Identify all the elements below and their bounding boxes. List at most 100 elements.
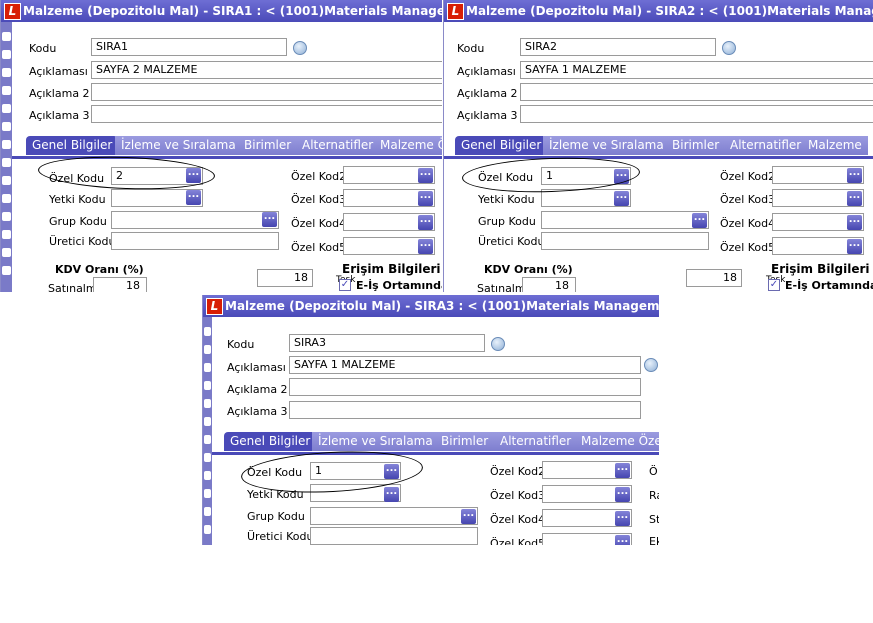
tab-genel-bilgiler[interactable]: Genel Bilgiler <box>224 432 317 451</box>
tab-alternatifler[interactable]: Alternatifler <box>296 136 380 155</box>
strip-checkbox[interactable] <box>2 158 11 167</box>
ellipsis-icon[interactable]: ... <box>418 215 433 230</box>
strip-checkbox[interactable] <box>2 176 11 185</box>
aciklama3-label: Açıklama 3 <box>29 109 90 122</box>
satinalma-input[interactable]: 18 <box>522 277 576 292</box>
ellipsis-icon[interactable]: ... <box>615 511 630 526</box>
ellipsis-icon[interactable]: ... <box>847 191 862 206</box>
strip-checkbox[interactable] <box>2 104 11 113</box>
tab-genel-bilgiler[interactable]: Genel Bilgiler <box>26 136 119 155</box>
aciklamasi-input[interactable]: SAYFA 1 MALZEME <box>289 356 641 374</box>
ellipsis-icon[interactable]: ... <box>615 487 630 502</box>
kodu-input[interactable]: SIRA2 <box>520 38 716 56</box>
strip-checkbox[interactable] <box>2 266 11 275</box>
ellipsis-icon[interactable]: ... <box>418 168 433 183</box>
tab-izleme-ve-siralama[interactable]: İzleme ve Sıralama <box>543 136 670 155</box>
ellipsis-icon[interactable]: ... <box>692 213 707 228</box>
tab-izleme-ve-siralama[interactable]: İzleme ve Sıralama <box>115 136 242 155</box>
check-icon[interactable]: ✓ <box>768 279 780 291</box>
uretici-kodu-input[interactable] <box>541 232 709 250</box>
strip-checkbox[interactable] <box>2 248 11 257</box>
ellipsis-icon[interactable]: ... <box>186 190 201 205</box>
strip-checkbox[interactable] <box>2 230 11 239</box>
globe-icon[interactable] <box>644 358 658 372</box>
strip-checkbox[interactable] <box>204 363 211 372</box>
strip-checkbox[interactable] <box>204 525 211 534</box>
aciklamasi-input[interactable]: SAYFA 1 MALZEME <box>520 61 873 79</box>
title-bar[interactable]: L Malzeme (Depozitolu Mal) - SIRA3 : < (… <box>203 295 659 317</box>
strip-checkbox[interactable] <box>204 417 211 426</box>
globe-icon[interactable] <box>722 41 736 55</box>
kodu-input[interactable]: SIRA3 <box>289 334 485 352</box>
strip-checkbox[interactable] <box>204 471 211 480</box>
tab-birimler[interactable]: Birimler <box>238 136 298 155</box>
tab-izleme-ve-siralama[interactable]: İzleme ve Sıralama <box>312 432 439 451</box>
title-bar[interactable]: L Malzeme (Depozitolu Mal) - SIRA2 : < (… <box>444 0 873 22</box>
tab-birimler[interactable]: Birimler <box>666 136 726 155</box>
strip-checkbox[interactable] <box>204 399 211 408</box>
kodu-input[interactable]: SIRA1 <box>91 38 287 56</box>
strip-checkbox[interactable] <box>2 32 11 41</box>
aciklama3-label: Açıklama 3 <box>227 405 288 418</box>
uretici-kodu-input[interactable] <box>310 527 478 545</box>
strip-checkbox[interactable] <box>2 140 11 149</box>
tab-genel-bilgiler[interactable]: Genel Bilgiler <box>455 136 548 155</box>
ellipsis-icon[interactable]: ... <box>615 463 630 478</box>
rate-input[interactable]: 18 <box>686 269 742 287</box>
satinalma-input[interactable]: 18 <box>93 277 147 292</box>
grup-kodu-input[interactable] <box>541 211 709 229</box>
tab-birimler[interactable]: Birimler <box>435 432 495 451</box>
tab-malzeme[interactable]: Malzeme Ö <box>374 136 442 155</box>
tab-alternatifler[interactable]: Alternatifler <box>724 136 808 155</box>
strip-checkbox[interactable] <box>204 381 211 390</box>
aciklama3-input[interactable] <box>289 401 641 419</box>
ellipsis-icon[interactable]: ... <box>847 215 862 230</box>
left-checkbox-strip <box>203 317 212 545</box>
check-icon[interactable]: ✓ <box>339 279 351 291</box>
strip-checkbox[interactable] <box>204 345 211 354</box>
tab-malzeme[interactable]: Malzeme <box>802 136 868 155</box>
aciklama3-input[interactable] <box>91 105 442 123</box>
strip-checkbox[interactable] <box>2 50 11 59</box>
strip-checkbox[interactable] <box>2 68 11 77</box>
ellipsis-icon[interactable]: ... <box>262 212 277 227</box>
grup-kodu-input[interactable] <box>111 211 279 229</box>
ellipsis-icon[interactable]: ... <box>384 487 399 502</box>
strip-checkbox[interactable] <box>2 194 11 203</box>
uretici-kodu-input[interactable] <box>111 232 279 250</box>
rate-input[interactable]: 18 <box>257 269 313 287</box>
grup-kodu-input[interactable] <box>310 507 478 525</box>
strip-checkbox[interactable] <box>2 86 11 95</box>
strip-checkbox[interactable] <box>204 327 211 336</box>
globe-icon[interactable] <box>491 337 505 351</box>
ellipsis-icon[interactable]: ... <box>615 535 630 545</box>
strip-checkbox[interactable] <box>204 453 211 462</box>
grup-kodu-label: Grup Kodu <box>478 215 536 228</box>
strip-checkbox[interactable] <box>204 489 211 498</box>
ellipsis-icon[interactable]: ... <box>847 239 862 254</box>
aciklama2-label: Açıklama 2 <box>29 87 90 100</box>
ellipsis-icon[interactable]: ... <box>614 191 629 206</box>
tab-malzeme-ozel[interactable]: Malzeme Özel <box>575 432 659 451</box>
strip-checkbox[interactable] <box>204 435 211 444</box>
ellipsis-icon[interactable]: ... <box>418 239 433 254</box>
title-bar[interactable]: L Malzeme (Depozitolu Mal) - SIRA1 : < (… <box>1 0 442 22</box>
ellipsis-icon[interactable]: ... <box>847 168 862 183</box>
aciklamasi-input[interactable]: SAYFA 2 MALZEME <box>91 61 442 79</box>
aciklama2-input[interactable] <box>289 378 641 396</box>
ellipsis-icon[interactable]: ... <box>418 191 433 206</box>
ellipsis-icon[interactable]: ... <box>384 464 399 479</box>
ellipsis-icon[interactable]: ... <box>186 168 201 183</box>
globe-icon[interactable] <box>293 41 307 55</box>
window-title: Malzeme (Depozitolu Mal) - SIRA2 : < (10… <box>466 4 873 18</box>
strip-checkbox[interactable] <box>2 212 11 221</box>
ellipsis-icon[interactable]: ... <box>461 509 476 524</box>
strip-checkbox[interactable] <box>2 122 11 131</box>
erisim-bilgileri-label: Erişim Bilgileri <box>342 262 441 276</box>
ellipsis-icon[interactable]: ... <box>614 169 629 184</box>
aciklama2-input[interactable] <box>520 83 873 101</box>
tab-alternatifler[interactable]: Alternatifler <box>494 432 578 451</box>
strip-checkbox[interactable] <box>204 507 211 516</box>
aciklama2-input[interactable] <box>91 83 442 101</box>
aciklama3-input[interactable] <box>520 105 873 123</box>
